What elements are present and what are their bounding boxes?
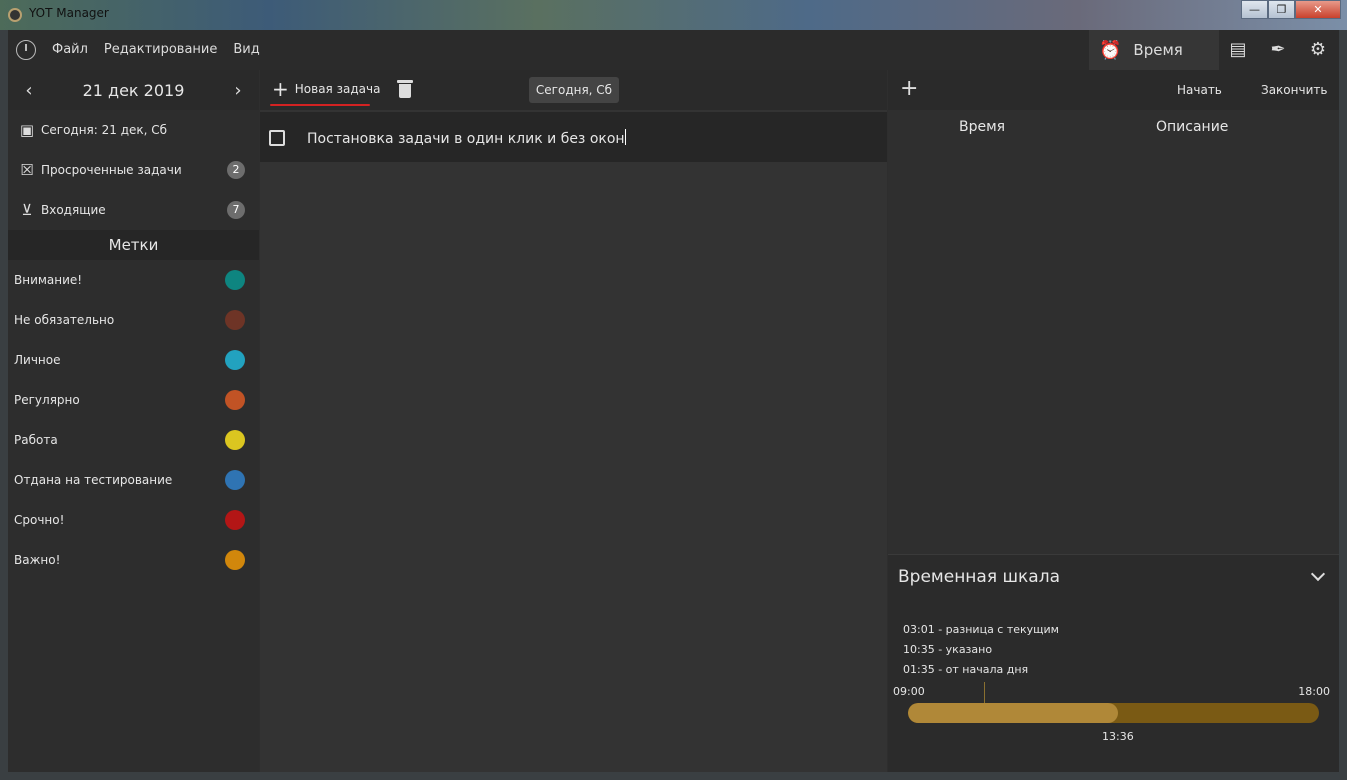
timeline-diff-text: 03:01 - разница с текущим xyxy=(903,623,1059,636)
task-text-input[interactable]: Постановка задачи в один клик и без окон xyxy=(307,129,626,147)
new-task-label: Новая задача xyxy=(294,82,381,96)
tag-label: Личное xyxy=(14,353,61,367)
app-icon xyxy=(8,8,22,22)
menu-view[interactable]: Вид xyxy=(233,42,259,57)
calendar-overdue-icon: ☒ xyxy=(20,161,34,179)
time-toolbar: + Начать Закончить xyxy=(888,70,1339,110)
column-header-time[interactable]: Время xyxy=(959,119,1005,135)
sidebar: ‹ 21 дек 2019 › ▣ Сегодня: 21 дек, Сб ☒ … xyxy=(8,70,259,772)
sidebar-item-overdue[interactable]: ☒ Просроченные задачи 2 xyxy=(8,150,259,190)
overdue-count-badge: 2 xyxy=(227,161,245,179)
menu-file[interactable]: Файл xyxy=(52,42,88,57)
finish-button[interactable]: Закончить xyxy=(1261,83,1327,97)
time-tab[interactable]: ⏰ Время xyxy=(1089,30,1219,70)
new-task-button[interactable]: + Новая задача xyxy=(272,79,380,99)
timeline-set-text: 10:35 - указано xyxy=(903,643,993,656)
sidebar-item-label: Сегодня: 21 дек, Сб xyxy=(41,123,168,137)
notes-icon[interactable]: ▤ xyxy=(1228,40,1248,60)
tag-label: Не обязательно xyxy=(14,313,115,327)
tag-item[interactable]: Регулярно xyxy=(8,380,259,420)
window-titlebar: YOT Manager — ❐ ✕ xyxy=(0,0,1347,30)
tag-label: Важно! xyxy=(14,553,61,567)
timeline-progress-track xyxy=(908,703,1319,723)
current-date: 21 дек 2019 xyxy=(82,80,185,100)
app-clock-icon[interactable] xyxy=(16,40,36,60)
task-toolbar: + Новая задача Сегодня, Сб xyxy=(260,70,887,110)
tag-label: Отдана на тестирование xyxy=(14,473,173,487)
timeline-since-start-text: 01:35 - от начала дня xyxy=(903,663,1029,676)
task-row[interactable]: Постановка задачи в один клик и без окон xyxy=(260,112,887,162)
maximize-button[interactable]: ❐ xyxy=(1268,0,1295,19)
sidebar-item-today[interactable]: ▣ Сегодня: 21 дек, Сб xyxy=(8,110,259,150)
timeline-section: Временная шкала 03:01 - разница с текущи… xyxy=(888,554,1339,772)
tag-color-dot[interactable] xyxy=(225,390,245,410)
tag-item[interactable]: Личное xyxy=(8,340,259,380)
time-panel: + Начать Закончить Время Описание Времен… xyxy=(888,70,1339,772)
time-tab-label: Время xyxy=(1133,41,1183,59)
timeline-progress-fill xyxy=(908,703,1118,723)
sidebar-item-label: Просроченные задачи xyxy=(41,163,182,177)
tag-color-dot[interactable] xyxy=(225,350,245,370)
prev-day-icon[interactable]: ‹ xyxy=(22,80,36,101)
tag-label: Внимание! xyxy=(14,273,83,287)
next-day-icon[interactable]: › xyxy=(231,80,245,101)
timeline-current-time: 13:36 xyxy=(1102,730,1134,743)
gear-icon[interactable]: ⚙ xyxy=(1308,40,1328,60)
tag-label: Работа xyxy=(14,433,58,447)
inbox-count-badge: 7 xyxy=(227,201,245,219)
tag-item[interactable]: Срочно! xyxy=(8,500,259,540)
menu-edit[interactable]: Редактирование xyxy=(104,42,217,57)
timeline-title: Временная шкала xyxy=(898,567,1060,587)
feather-icon[interactable]: ✒ xyxy=(1268,40,1288,60)
annotation-underline xyxy=(270,104,370,106)
tag-label: Регулярно xyxy=(14,393,80,407)
sidebar-item-inbox[interactable]: ⊻ Входящие 7 xyxy=(8,190,259,230)
window-title: YOT Manager xyxy=(29,6,109,20)
menu-bar: Файл Редактирование Вид ⏰ Время ▤ ✒ ⚙ xyxy=(8,30,1339,70)
alarm-clock-icon: ⏰ xyxy=(1099,39,1122,61)
date-navigator: ‹ 21 дек 2019 › xyxy=(8,70,259,110)
tag-color-dot[interactable] xyxy=(225,270,245,290)
tag-color-dot[interactable] xyxy=(225,510,245,530)
close-button[interactable]: ✕ xyxy=(1295,0,1341,19)
trash-icon[interactable] xyxy=(397,80,413,98)
app-window: Файл Редактирование Вид ⏰ Время ▤ ✒ ⚙ ‹ … xyxy=(8,30,1339,772)
tag-color-dot[interactable] xyxy=(225,310,245,330)
tag-item[interactable]: Внимание! xyxy=(8,260,259,300)
timeline-marker xyxy=(984,682,985,704)
start-button[interactable]: Начать xyxy=(1177,83,1222,97)
tag-color-dot[interactable] xyxy=(225,470,245,490)
tag-item[interactable]: Не обязательно xyxy=(8,300,259,340)
labels-heading: Метки xyxy=(8,230,259,260)
tag-item[interactable]: Работа xyxy=(8,420,259,460)
sidebar-item-label: Входящие xyxy=(41,203,106,217)
add-time-entry-icon[interactable]: + xyxy=(900,78,918,100)
today-button[interactable]: Сегодня, Сб xyxy=(529,77,619,103)
calendar-today-icon: ▣ xyxy=(19,121,35,139)
tag-color-dot[interactable] xyxy=(225,550,245,570)
minimize-button[interactable]: — xyxy=(1241,0,1268,19)
task-checkbox[interactable] xyxy=(269,130,285,146)
tag-color-dot[interactable] xyxy=(225,430,245,450)
tag-label: Срочно! xyxy=(14,513,65,527)
chevron-down-icon[interactable] xyxy=(1310,566,1326,582)
inbox-icon: ⊻ xyxy=(21,201,33,219)
tag-item[interactable]: Важно! xyxy=(8,540,259,580)
plus-icon: + xyxy=(272,77,289,101)
timeline-start-time: 09:00 xyxy=(893,685,925,698)
column-header-description[interactable]: Описание xyxy=(1156,119,1228,135)
task-panel: + Новая задача Сегодня, Сб Постановка за… xyxy=(260,70,887,772)
window-controls: — ❐ ✕ xyxy=(1241,0,1341,19)
tag-item[interactable]: Отдана на тестирование xyxy=(8,460,259,500)
timeline-end-time: 18:00 xyxy=(1298,685,1330,698)
time-table-header: Время Описание xyxy=(888,110,1339,146)
